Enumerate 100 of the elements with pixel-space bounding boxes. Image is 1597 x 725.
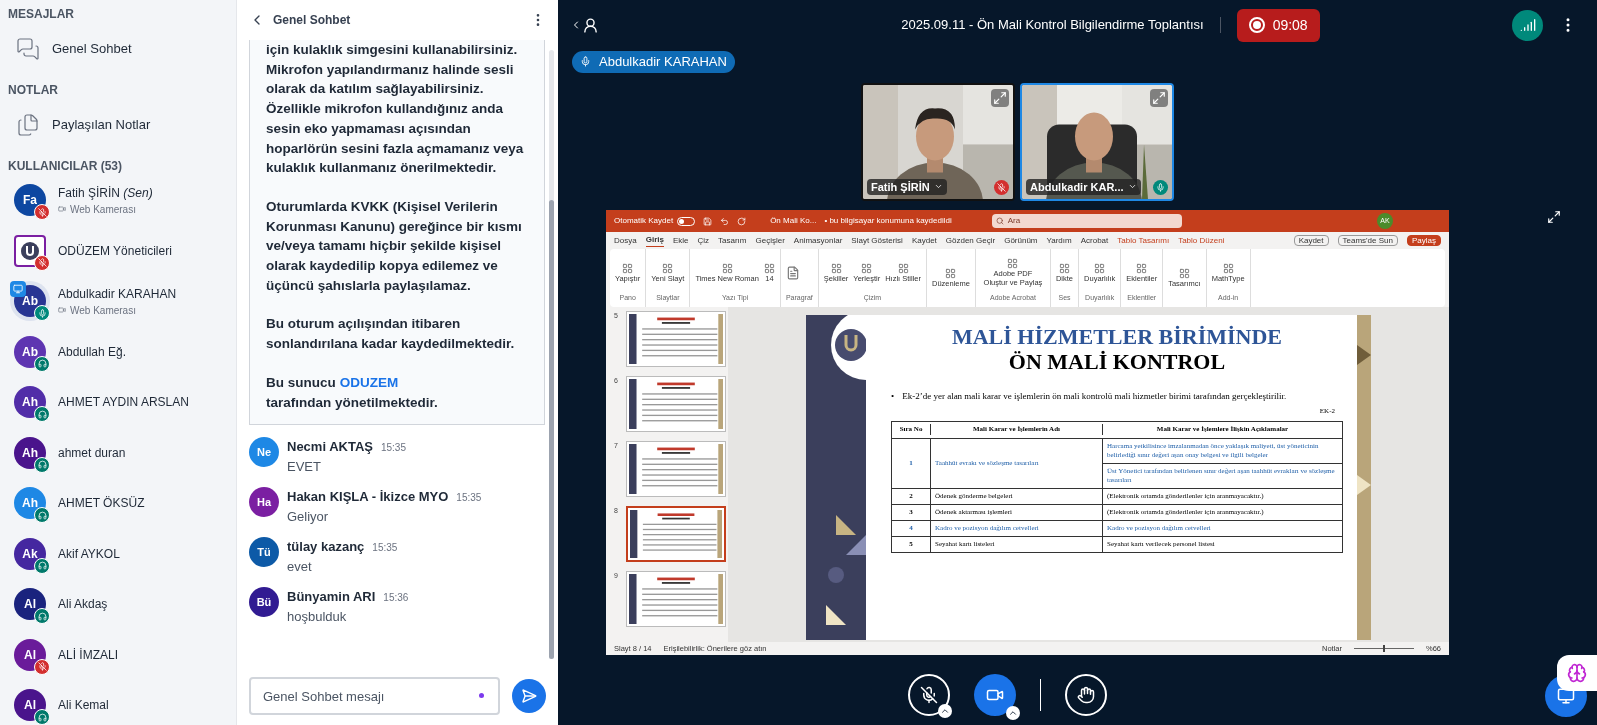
grid-icon [1222,262,1234,274]
user-item[interactable]: Ah ahmet duran [0,427,236,478]
grid-icon [721,262,733,274]
documents-icon [16,113,40,137]
ribbon-tab[interactable]: Ekle [672,234,689,247]
connection-status-icon[interactable] [1512,9,1543,41]
sidebar-item[interactable]: Paylaşılan Notlar [0,98,236,152]
message-time: 15:35 [380,441,406,456]
bullet-text: Ek-2’de yer alan mali karar ve işlemlerin ön mali kontrolü mali hizmetler birimi tarafından gerçekleştirilir. [902,391,1287,402]
ribbon-tab[interactable]: Çiz [697,234,710,247]
user-avatar: Fa [14,184,46,217]
user-status: Web Kamerası [70,303,136,318]
user-name: AHMET ÖKSÜZ [58,495,145,513]
save-icon[interactable] [703,216,713,226]
options-caret-button[interactable] [1006,706,1020,720]
message-time: 15:36 [383,591,409,606]
ribbon-tab[interactable]: Tablo Düzeni [1178,234,1225,247]
search-field[interactable]: Ara [991,214,1182,228]
user-name: Ali Akdaş [58,596,108,614]
user-name: ahmet duran [58,444,126,462]
undo-icon[interactable] [720,216,730,226]
user-name: Akif AYKOL [58,545,120,563]
message-text: hoşbulduk [287,607,348,626]
grid-icon [622,262,634,274]
raise-hand-button[interactable] [1065,674,1107,716]
sidebar-item[interactable]: Genel Sohbet [0,22,236,76]
grid-icon [662,262,674,274]
ribbon-tab[interactable]: Animasyonlar [793,234,843,247]
user-item[interactable]: ODÜZEM Yöneticileri [0,225,236,276]
video-tile[interactable]: Abdulkadir KAR... [1020,83,1174,201]
slide-thumbnail[interactable] [626,441,726,497]
redo-icon[interactable] [737,216,747,226]
user-item[interactable]: Al Ali Akdaş [0,579,236,630]
message-input[interactable]: Genel Sohbet mesajı [249,677,500,715]
options-caret-button[interactable] [938,704,952,718]
ribbon-tab[interactable]: Acrobat [1080,234,1109,247]
grid-icon [763,262,775,274]
sender-name: Necmi AKTAŞ [287,438,373,457]
user-item[interactable]: Ab Abdulkadir KARAHAN Web Kamerası [0,276,236,327]
ribbon-tab[interactable]: Kaydet [911,234,937,247]
ribbon-tab[interactable]: Slayt Gösterisi [851,234,903,247]
microphone-icon [580,56,591,67]
send-button[interactable] [512,679,546,713]
autosave-label: Otomatik Kaydet [614,215,674,227]
recording-indicator[interactable]: 09:08 [1236,8,1320,42]
user-name: Fatih ŞİRİN (Sen) [58,184,153,202]
grid-icon [861,262,873,274]
sender-name: Hakan KIŞLA - İkizce MYO [287,488,449,507]
user-name: ODÜZEM Yöneticileri [58,242,172,260]
user-name: Abdullah Eğ. [58,343,127,361]
ribbon-tab[interactable]: Yardım [1046,234,1072,247]
chat-title: Genel Sohbet [273,12,352,29]
scrollbar[interactable] [549,50,554,659]
brain-icon[interactable] [1557,655,1597,691]
grid-icon [1136,262,1148,274]
camera-icon [58,205,66,214]
fullscreen-icon[interactable] [1547,210,1561,224]
microphone-button[interactable] [908,674,950,716]
user-item[interactable]: Ak Akif AYKOL [0,528,236,579]
user-avatar: Ah [14,386,46,419]
grid-icon [830,262,842,274]
user-item[interactable]: Al ALİ İMZALI [0,629,236,680]
welcome-paragraph: Oturumlarda KVKK (Kişisel Verilerin Korunması Kanunu) gereğince bir kısmı ve/veya tamamı hiçbir şekilde kişisel olarak kaydedilip kopya edilemez ve üçüncü şahıslarla paylaşılamaz. [266,197,523,295]
user-item[interactable]: Ah AHMET AYDIN ARSLAN [0,377,236,428]
slide-thumbnail[interactable] [626,506,726,562]
message-text: EVET [287,457,322,476]
presenter-name: Abdulkadir KARAHAN [599,52,727,71]
user-name: ALİ İMZALI [58,646,119,664]
user-item[interactable]: Al Ali Kemal [0,680,236,725]
user-avatar: Ah [14,436,46,469]
user-avatar: Ak [14,537,46,570]
user-avatar: Al [14,588,46,621]
message-time: 15:35 [456,491,482,506]
hand-icon [1077,686,1095,704]
message-text: Geliyor [287,507,330,526]
link[interactable]: ODUZEM [339,372,399,393]
section-heading: KULLANICILAR (53) [7,158,123,175]
slide-thumbnail[interactable] [626,571,726,627]
slide-thumbnail[interactable] [626,376,726,432]
slide-thumbnail[interactable] [626,311,726,367]
ribbon-tab[interactable]: Gözden Geçir [945,234,996,247]
user-item[interactable]: Ah AHMET ÖKSÜZ [0,478,236,529]
camera-icon [58,306,66,315]
user-item[interactable]: Fa Fatih ŞİRİN (Sen) Web Kamerası [0,175,236,226]
ribbon-button[interactable]: Paylaş [1407,235,1441,246]
save-status: • bu bilgisayar konumuna kaydedildi [824,215,952,227]
grid-icon [945,268,957,279]
grid-icon [897,262,909,274]
ribbon-tab[interactable]: Tablo Tasarımı [1117,234,1170,247]
ribbon-button[interactable]: Kaydet [1293,235,1329,246]
user-item[interactable]: Ab Abdullah Eğ. [0,326,236,377]
user-name: AHMET AYDIN ARSLAN [58,394,189,412]
video-tile[interactable]: Fatih ŞİRİN [861,83,1015,201]
ribbon-tab[interactable]: Tasarım [718,234,747,247]
ribbon-tab[interactable]: Giriş [645,234,664,247]
ribbon-tab[interactable]: Görünüm [1004,234,1038,247]
user-name: Abdulkadir KARAHAN [58,285,177,303]
ribbon-button[interactable]: Teams'de Sun [1337,235,1398,246]
ribbon-tab[interactable]: Dosya [614,234,637,247]
ribbon-tab[interactable]: Geçişler [755,234,785,247]
